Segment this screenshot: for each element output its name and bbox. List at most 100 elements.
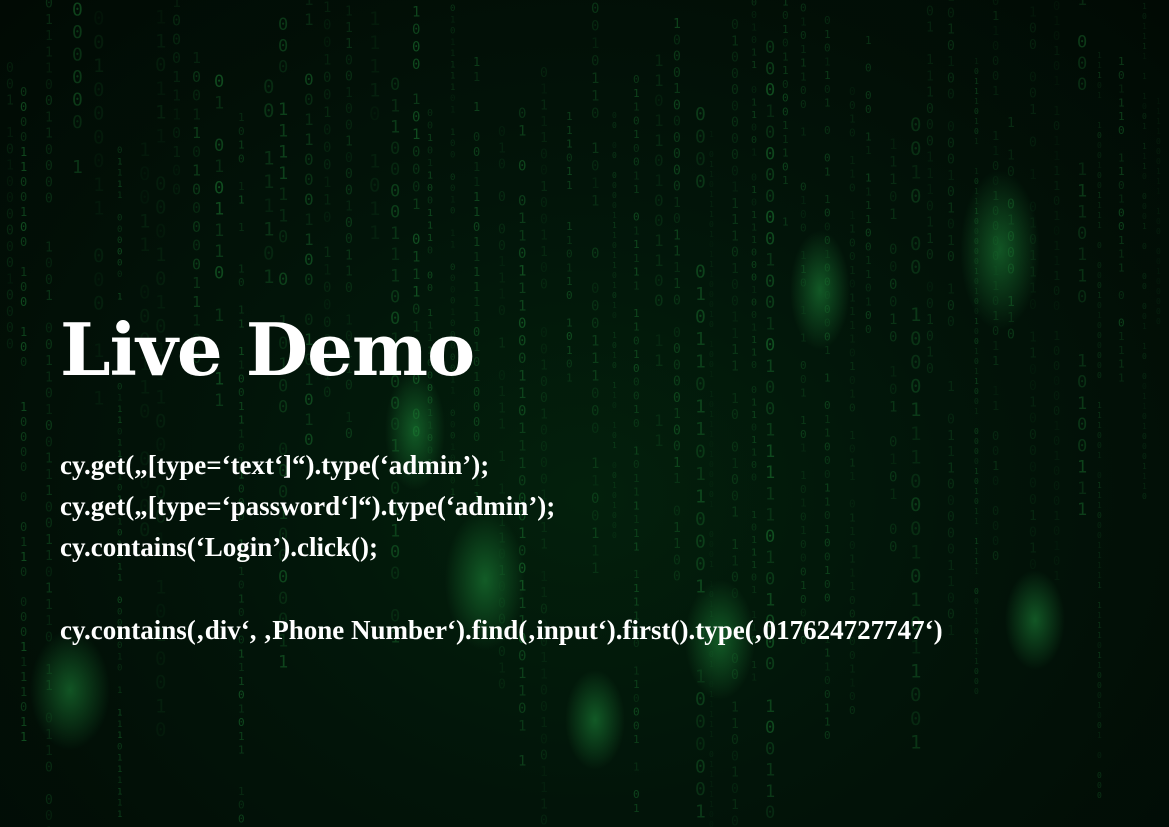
binary-column: 111100011110000100000 <box>1156 97 1161 326</box>
svg-text:0: 0 <box>6 142 14 157</box>
svg-text:0: 0 <box>20 115 27 129</box>
svg-text:0: 0 <box>992 0 999 8</box>
svg-text:1: 1 <box>709 260 714 269</box>
svg-text:1: 1 <box>612 281 617 290</box>
svg-text:1: 1 <box>800 15 807 28</box>
svg-text:1: 1 <box>751 98 757 109</box>
svg-text:0: 0 <box>450 263 455 273</box>
svg-text:0: 0 <box>633 719 640 732</box>
svg-text:1: 1 <box>633 128 640 141</box>
svg-text:1: 1 <box>1053 14 1060 28</box>
svg-text:1: 1 <box>612 231 617 240</box>
svg-text:0: 0 <box>709 810 714 819</box>
svg-text:0: 0 <box>540 261 548 276</box>
svg-text:0: 0 <box>172 162 181 180</box>
svg-text:0: 0 <box>1142 202 1147 211</box>
svg-text:1: 1 <box>412 0 420 3</box>
svg-text:0: 0 <box>263 100 274 122</box>
svg-text:1: 1 <box>192 162 201 180</box>
svg-text:0: 0 <box>192 255 201 273</box>
svg-text:0: 0 <box>93 8 104 30</box>
svg-text:0: 0 <box>20 175 27 189</box>
svg-text:1: 1 <box>1053 209 1060 223</box>
svg-text:0: 0 <box>172 12 181 30</box>
binary-column: 111101011 <box>369 8 380 244</box>
svg-text:1: 1 <box>117 180 122 190</box>
svg-text:1: 1 <box>369 32 380 54</box>
svg-text:1: 1 <box>139 210 150 232</box>
svg-text:0: 0 <box>926 199 934 214</box>
svg-text:0: 0 <box>947 88 955 103</box>
svg-text:0: 0 <box>910 708 921 730</box>
glow-spot <box>565 670 625 770</box>
svg-text:0: 0 <box>765 59 775 79</box>
svg-text:1: 1 <box>926 167 934 182</box>
svg-text:1: 1 <box>673 245 681 260</box>
svg-text:0: 0 <box>1097 751 1102 760</box>
svg-text:0: 0 <box>323 140 331 156</box>
svg-text:1: 1 <box>369 198 380 220</box>
svg-text:0: 0 <box>20 520 27 534</box>
svg-text:1: 1 <box>323 245 331 261</box>
svg-text:1: 1 <box>369 8 380 30</box>
svg-text:1: 1 <box>498 255 506 270</box>
svg-text:1: 1 <box>731 262 739 277</box>
svg-text:0: 0 <box>800 208 807 221</box>
svg-text:0: 0 <box>1097 181 1102 190</box>
svg-text:0: 0 <box>450 4 455 14</box>
svg-text:0: 0 <box>566 151 573 164</box>
svg-text:0: 0 <box>1053 224 1060 238</box>
svg-text:1: 1 <box>390 118 400 138</box>
binary-column: 00111101 <box>263 76 274 288</box>
svg-text:1: 1 <box>800 125 807 138</box>
svg-text:0: 0 <box>1097 791 1102 800</box>
svg-text:1: 1 <box>612 221 617 230</box>
svg-text:0: 0 <box>498 678 506 693</box>
svg-text:1: 1 <box>450 83 455 93</box>
svg-text:1: 1 <box>824 193 831 206</box>
code-line-type-username: cy.get(„[type=‘text‘]“).type(‘admin’); <box>60 450 490 480</box>
svg-text:1: 1 <box>263 266 274 288</box>
svg-text:0: 0 <box>849 126 856 139</box>
svg-text:0: 0 <box>540 66 548 81</box>
svg-text:0: 0 <box>782 92 789 105</box>
svg-text:1: 1 <box>947 234 955 249</box>
svg-text:0: 0 <box>824 207 831 220</box>
svg-text:0: 0 <box>304 150 314 169</box>
svg-text:1: 1 <box>20 685 27 699</box>
svg-text:0: 0 <box>139 282 150 304</box>
svg-text:0: 0 <box>992 159 999 173</box>
svg-text:1: 1 <box>278 143 288 163</box>
svg-text:0: 0 <box>800 98 807 111</box>
svg-text:1: 1 <box>263 147 274 169</box>
svg-text:1: 1 <box>345 37 353 52</box>
svg-text:1: 1 <box>782 23 789 36</box>
svg-text:0: 0 <box>865 62 872 75</box>
svg-text:1: 1 <box>910 660 921 682</box>
svg-text:0: 0 <box>695 127 706 148</box>
svg-text:0: 0 <box>1097 671 1102 680</box>
svg-text:0: 0 <box>695 757 706 778</box>
svg-text:1: 1 <box>1097 701 1102 710</box>
svg-text:0: 0 <box>782 160 789 173</box>
svg-text:0: 0 <box>709 820 714 827</box>
svg-text:1: 1 <box>1097 161 1102 170</box>
svg-text:1: 1 <box>450 229 455 239</box>
svg-text:1: 1 <box>1029 168 1037 183</box>
svg-text:1: 1 <box>278 164 288 184</box>
svg-text:1: 1 <box>369 56 380 78</box>
svg-text:1: 1 <box>591 176 599 192</box>
svg-text:0: 0 <box>20 130 27 144</box>
svg-text:1: 1 <box>566 234 573 247</box>
svg-text:1: 1 <box>633 183 640 196</box>
svg-text:0: 0 <box>20 415 27 429</box>
svg-text:0: 0 <box>1097 281 1102 290</box>
svg-text:0: 0 <box>155 220 166 242</box>
svg-text:1: 1 <box>1156 127 1161 136</box>
svg-text:0: 0 <box>540 196 548 211</box>
svg-text:1: 1 <box>782 64 789 77</box>
svg-text:0: 0 <box>20 625 27 639</box>
svg-text:1: 1 <box>633 279 640 292</box>
svg-text:0: 0 <box>731 116 739 131</box>
svg-text:1: 1 <box>473 235 480 249</box>
